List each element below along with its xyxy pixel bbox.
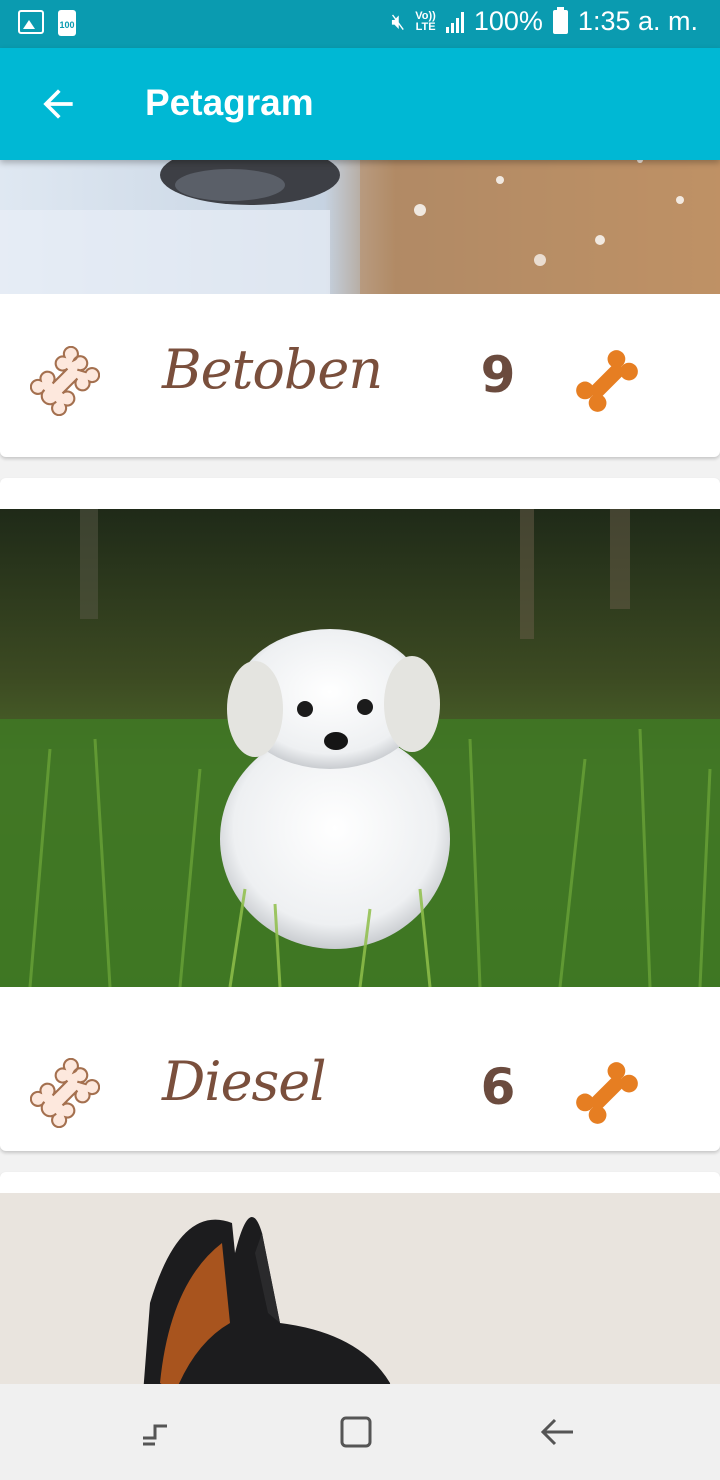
pet-photo[interactable]	[0, 160, 720, 294]
arrow-back-icon[interactable]	[36, 82, 80, 126]
like-count: 6	[480, 1058, 516, 1116]
bone-filled-icon[interactable]	[570, 1056, 644, 1130]
app-title: Petagram	[145, 82, 314, 123]
pet-photo[interactable]	[0, 509, 720, 987]
bone-outline-icon[interactable]	[30, 1058, 100, 1128]
volte-icon: Vo)) LTE	[415, 9, 436, 33]
pet-photo[interactable]	[0, 1193, 720, 1384]
clock: 1:35 a. m.	[577, 6, 698, 36]
pet-name: Diesel	[162, 1050, 326, 1113]
pet-name: Betoben	[162, 338, 383, 401]
status-left-icons: 100	[18, 10, 76, 36]
back-icon[interactable]	[537, 1412, 577, 1452]
status-bar: 100 🔇︎ Vo)) LTE 100% 1:35 a. m.	[0, 0, 720, 48]
bone-filled-icon[interactable]	[570, 344, 644, 418]
bone-outline-icon[interactable]	[30, 346, 100, 416]
pet-info-row: Betoben 9	[0, 316, 720, 436]
volte-top: Vo))	[415, 9, 436, 22]
pet-list[interactable]: Betoben 9 Diesel 6	[0, 160, 720, 1384]
battery-saver-icon: 100	[58, 10, 76, 36]
volte-bottom: LTE	[415, 20, 436, 33]
pet-card[interactable]: Diesel 6	[0, 478, 720, 1151]
battery-icon	[552, 6, 568, 34]
pet-card[interactable]	[0, 1172, 720, 1384]
app-bar: Petagram	[0, 48, 720, 160]
like-count: 9	[480, 346, 516, 404]
battery-percent: 100%	[473, 6, 543, 36]
pet-card[interactable]: Betoben 9	[0, 160, 720, 457]
home-icon[interactable]	[336, 1412, 376, 1452]
signal-icon	[445, 11, 464, 33]
pet-info-row: Diesel 6	[0, 1028, 720, 1148]
gallery-icon	[18, 10, 44, 34]
mute-icon: 🔇︎	[391, 8, 406, 34]
navigation-bar	[0, 1384, 720, 1480]
status-right-icons: 🔇︎ Vo)) LTE 100% 1:35 a. m.	[391, 6, 698, 37]
recent-apps-icon[interactable]	[135, 1412, 175, 1452]
